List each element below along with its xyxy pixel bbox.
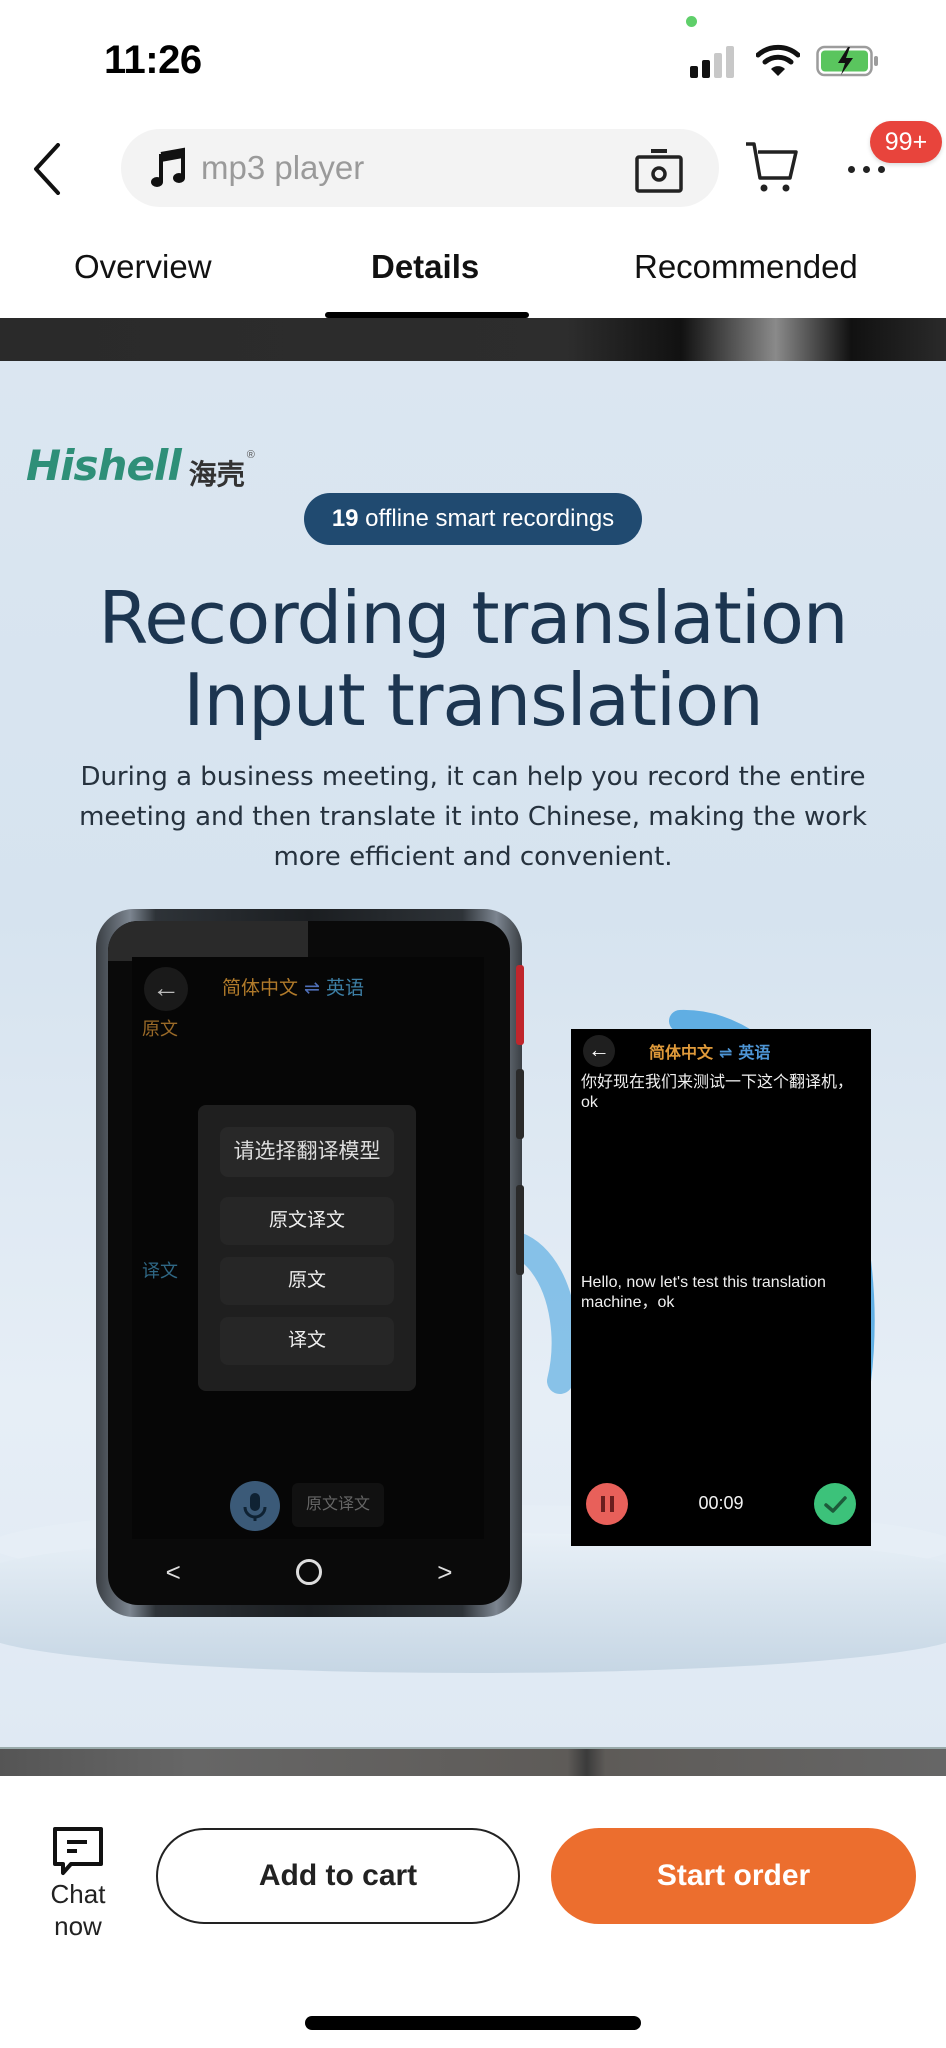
search-bar[interactable]: [121, 129, 719, 207]
microphone-icon: [230, 1481, 280, 1531]
start-order-button[interactable]: Start order: [551, 1828, 916, 1924]
top-nav-bar: 99+: [0, 118, 946, 220]
wifi-icon: [756, 44, 800, 76]
music-note-icon: [151, 147, 185, 187]
tab-recommended[interactable]: Recommended: [634, 248, 858, 286]
back-button[interactable]: [20, 142, 74, 196]
device-prev-icon: <: [165, 1556, 181, 1587]
chat-label-line-1: Chat: [50, 1879, 106, 1909]
cart-icon[interactable]: [744, 138, 802, 196]
search-input[interactable]: [201, 149, 601, 187]
chinese-transcript: 你好现在我们来测试一下这个翻译机，ok: [581, 1074, 854, 1111]
swap-arrows-icon: ⇌: [304, 978, 320, 999]
battery-charging-icon: [816, 45, 878, 77]
chat-now-button[interactable]: Chat now: [30, 1826, 126, 1942]
image-top-strip: [0, 318, 946, 361]
brand-name-en: Hishell: [26, 441, 182, 490]
swap-arrows-icon: ⇌: [719, 1045, 733, 1062]
checkmark-icon: [814, 1483, 856, 1525]
target-language: 英语: [325, 978, 364, 999]
arrow-left-icon: ←: [583, 1035, 615, 1067]
device-nav-bar: < >: [108, 1539, 510, 1605]
brand-logo: Hishell 海壳 ®: [26, 441, 255, 493]
translation-mode-dialog: 请选择翻译模型 原文译文 原文 译文: [198, 1105, 416, 1391]
device-next-icon: >: [437, 1556, 453, 1587]
device-red-button: [516, 965, 524, 1045]
status-time: 11:26: [104, 38, 202, 82]
device-home-icon: [295, 1559, 322, 1585]
mode-option: 原文: [220, 1257, 394, 1305]
chevron-left-icon: [34, 143, 60, 195]
chat-bubble-icon: [53, 1827, 103, 1875]
add-to-cart-button[interactable]: Add to cart: [156, 1828, 520, 1924]
mode-option: 译文: [220, 1317, 394, 1365]
cellular-signal-icon: [690, 46, 740, 78]
device-side-button: [516, 1069, 524, 1139]
bottom-action-bar: Chat now Add to cart Start order: [0, 1776, 946, 2048]
brand-name-cn: 海壳: [188, 459, 245, 490]
target-language: 英语: [738, 1045, 771, 1062]
original-text-label: 原文: [142, 1019, 178, 1039]
headline-line-1: Recording translation: [98, 576, 848, 660]
device-face: ← 简体中文 ⇌ 英语 原文 译文 请选择翻译模型 原文译文 原文 译文 原文译…: [108, 921, 510, 1605]
source-language: 简体中文: [222, 978, 299, 999]
feature-pill-number: 19: [331, 505, 359, 532]
headline: Recording translation Input translation: [0, 577, 946, 741]
registered-mark: ®: [246, 449, 255, 461]
section-tabs: Overview Details Recommended: [0, 220, 946, 318]
image-search-camera-icon[interactable]: [635, 147, 683, 193]
source-language: 简体中文: [649, 1045, 714, 1062]
camera-indicator-dot: [686, 16, 697, 27]
notification-badge: 99+: [870, 121, 942, 163]
language-pair: 简体中文 ⇌ 英语: [649, 1039, 770, 1063]
home-indicator[interactable]: [305, 2016, 641, 2030]
recording-screen-card: ← 简体中文 ⇌ 英语 你好现在我们来测试一下这个翻译机，ok Hello, now…: [571, 1029, 871, 1546]
feature-pill: 19 offline smart recordings: [304, 493, 642, 545]
feature-pill-text: offline smart recordings: [358, 505, 615, 532]
description-text: During a business meeting, it can help y…: [79, 762, 867, 872]
language-pair: 简体中文 ⇌ 英语: [222, 973, 364, 1000]
status-bar: 11:26: [0, 0, 946, 118]
dialog-title: 请选择翻译模型: [220, 1127, 394, 1177]
device-screen: ← 简体中文 ⇌ 英语 原文 译文 请选择翻译模型 原文译文 原文 译文 原文译…: [132, 957, 484, 1539]
more-dots-icon: [848, 166, 885, 173]
product-detail-image[interactable]: Hishell 海壳 ® 19 offline smart recordings…: [0, 318, 946, 1776]
translation-text-label: 译文: [142, 1261, 178, 1281]
tab-details[interactable]: Details: [371, 248, 479, 286]
translator-device: ← 简体中文 ⇌ 英语 原文 译文 请选择翻译模型 原文译文 原文 译文 原文译…: [96, 909, 524, 1617]
mode-chip: 原文译文: [292, 1483, 384, 1527]
chat-label-line-2: now: [54, 1911, 102, 1941]
tab-overview[interactable]: Overview: [74, 248, 212, 286]
image-background: Hishell 海壳 ® 19 offline smart recordings…: [0, 361, 946, 1747]
image-bottom-strip: [0, 1747, 946, 1776]
device-side-button: [516, 1185, 524, 1275]
headline-line-2: Input translation: [183, 658, 763, 742]
english-translation: Hello, now let's test this translation m…: [581, 1274, 826, 1311]
arrow-left-icon: ←: [144, 967, 188, 1011]
mode-option: 原文译文: [220, 1197, 394, 1245]
